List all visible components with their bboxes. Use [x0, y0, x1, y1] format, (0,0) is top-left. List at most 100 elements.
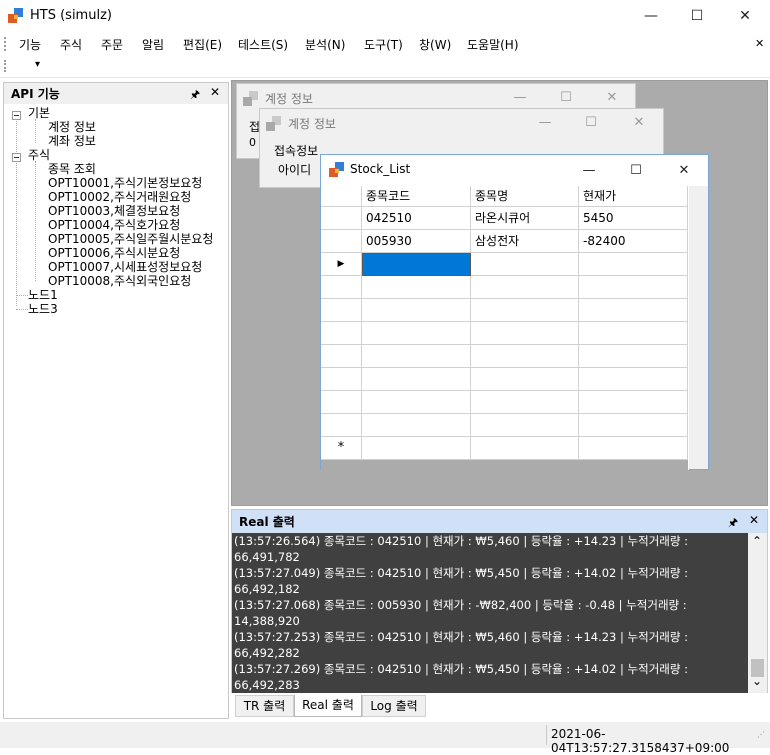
scroll-down-icon[interactable]: ⌄ [752, 674, 762, 688]
table-cell[interactable] [471, 368, 579, 391]
table-cell[interactable] [471, 437, 579, 460]
tree-node-node1[interactable]: 노드1 [28, 288, 58, 302]
menu-item-function[interactable]: 기능 [19, 36, 41, 53]
vertical-scrollbar[interactable]: ⌃ ⌄ [748, 533, 767, 693]
column-header-name[interactable]: 종목명 [471, 186, 579, 207]
stock-grid[interactable]: 종목코드 종목명 현재가 042510 라온시큐어 5450 005930 삼성… [321, 186, 689, 470]
tree-node-opt10004[interactable]: OPT10004,주식호가요청 [48, 218, 180, 232]
menu-item-tools[interactable]: 도구(T) [364, 36, 403, 53]
table-cell[interactable] [362, 437, 471, 460]
table-cell[interactable] [471, 345, 579, 368]
menu-item-help[interactable]: 도움말(H) [467, 36, 519, 53]
table-cell[interactable]: -82400 [579, 230, 688, 253]
table-cell[interactable] [362, 345, 471, 368]
maximize-button[interactable]: ☐ [613, 155, 659, 186]
scroll-up-icon[interactable]: ⌃ [752, 534, 762, 548]
table-cell[interactable] [579, 437, 688, 460]
close-button[interactable]: ✕ [661, 155, 707, 186]
panel-close-icon[interactable]: ✕ [210, 85, 220, 99]
row-header[interactable] [321, 322, 362, 345]
table-cell[interactable]: 삼성전자 [471, 230, 579, 253]
row-header[interactable] [321, 391, 362, 414]
pin-icon[interactable]: 🖈 [190, 86, 200, 105]
menu-item-analysis[interactable]: 분석(N) [305, 36, 345, 53]
tree-node-opt10007[interactable]: OPT10007,시세표성정보요청 [48, 260, 202, 274]
tab-tr-output[interactable]: TR 출력 [235, 695, 294, 717]
row-header[interactable] [321, 276, 362, 299]
tab-log-output[interactable]: Log 출력 [362, 695, 426, 717]
current-row-indicator-icon[interactable]: ▶ [321, 253, 362, 276]
table-cell[interactable] [579, 345, 688, 368]
table-cell[interactable] [471, 253, 579, 276]
stock-list-window[interactable]: Stock_List — ☐ ✕ 종목코드 종목명 현재가 042510 라온시… [320, 154, 709, 470]
tab-real-output[interactable]: Real 출력 [294, 695, 362, 717]
table-cell[interactable] [579, 391, 688, 414]
table-cell[interactable] [471, 299, 579, 322]
table-cell[interactable]: 005930 [362, 230, 471, 253]
row-header[interactable] [321, 230, 362, 253]
real-output-text[interactable]: (13:57:26.564) 종목코드 : 042510 | 현재가 : ₩5,… [232, 533, 750, 693]
new-row-indicator-icon[interactable]: * [321, 437, 362, 460]
minimize-button[interactable]: — [566, 155, 612, 186]
table-cell[interactable] [471, 391, 579, 414]
mdi-close-icon[interactable]: ✕ [755, 37, 764, 50]
table-cell[interactable] [362, 368, 471, 391]
table-cell[interactable]: 042510 [362, 207, 471, 230]
table-cell[interactable] [579, 414, 688, 437]
close-button[interactable]: ✕ [616, 109, 662, 137]
table-cell[interactable] [579, 276, 688, 299]
table-cell[interactable] [362, 414, 471, 437]
toolbar-overflow-icon[interactable]: ▾ [35, 59, 40, 70]
table-cell[interactable] [471, 322, 579, 345]
tree-node-opt10008[interactable]: OPT10008,주식외국인요청 [48, 274, 191, 288]
maximize-button[interactable]: ☐ [568, 109, 614, 137]
table-cell[interactable] [362, 391, 471, 414]
table-cell[interactable] [471, 414, 579, 437]
tree-node-node3[interactable]: 노드3 [28, 302, 58, 316]
table-cell[interactable]: 5450 [579, 207, 688, 230]
tree-node-opt10001[interactable]: OPT10001,주식기본정보요청 [48, 176, 202, 190]
tree-node-opt10003[interactable]: OPT10003,체결정보요청 [48, 204, 180, 218]
menu-item-order[interactable]: 주문 [101, 36, 123, 53]
pin-icon[interactable]: 🖈 [728, 514, 738, 533]
panel-close-icon[interactable]: ✕ [749, 513, 759, 527]
minimize-button[interactable]: — [628, 0, 674, 32]
row-header[interactable] [321, 368, 362, 391]
table-cell[interactable] [579, 322, 688, 345]
maximize-button[interactable]: ☐ [674, 0, 720, 32]
basic-expander-icon[interactable] [12, 111, 21, 120]
row-header[interactable] [321, 207, 362, 230]
window-icon [243, 91, 259, 107]
close-button[interactable]: ✕ [722, 0, 768, 32]
menu-item-test[interactable]: 테스트(S) [238, 36, 288, 53]
column-header-code[interactable]: 종목코드 [362, 186, 471, 207]
tree-node-stock-search[interactable]: 종목 조회 [48, 162, 96, 176]
resize-grip-icon[interactable]: ⋰ [757, 730, 765, 739]
menu-item-window[interactable]: 창(W) [419, 36, 451, 53]
menu-item-stock[interactable]: 주식 [60, 36, 82, 53]
row-header[interactable] [321, 414, 362, 437]
tree-node-basic[interactable]: 기본 [28, 106, 50, 120]
tree-node-opt10002[interactable]: OPT10002,주식거래원요청 [48, 190, 191, 204]
menu-item-alert[interactable]: 알림 [142, 36, 164, 53]
table-cell[interactable]: 라온시큐어 [471, 207, 579, 230]
table-cell[interactable] [579, 368, 688, 391]
stock-expander-icon[interactable] [12, 153, 21, 162]
selected-cell[interactable] [362, 253, 471, 276]
row-header[interactable] [321, 345, 362, 368]
row-header[interactable] [321, 299, 362, 322]
table-cell[interactable] [362, 322, 471, 345]
minimize-button[interactable]: — [522, 109, 568, 137]
tree-node-opt10006[interactable]: OPT10006,주식시분요청 [48, 246, 180, 260]
table-cell[interactable] [362, 299, 471, 322]
tree-node-account-balance[interactable]: 계좌 정보 [48, 134, 96, 148]
table-cell[interactable] [579, 253, 688, 276]
table-cell[interactable] [471, 276, 579, 299]
table-cell[interactable] [362, 276, 471, 299]
tree-node-stock[interactable]: 주식 [28, 148, 50, 162]
menu-item-edit[interactable]: 편집(E) [183, 36, 222, 53]
column-header-price[interactable]: 현재가 [579, 186, 688, 207]
table-cell[interactable] [579, 299, 688, 322]
tree-node-account-info[interactable]: 계정 정보 [48, 120, 96, 134]
tree-node-opt10005[interactable]: OPT10005,주식일주월시분요청 [48, 232, 213, 246]
